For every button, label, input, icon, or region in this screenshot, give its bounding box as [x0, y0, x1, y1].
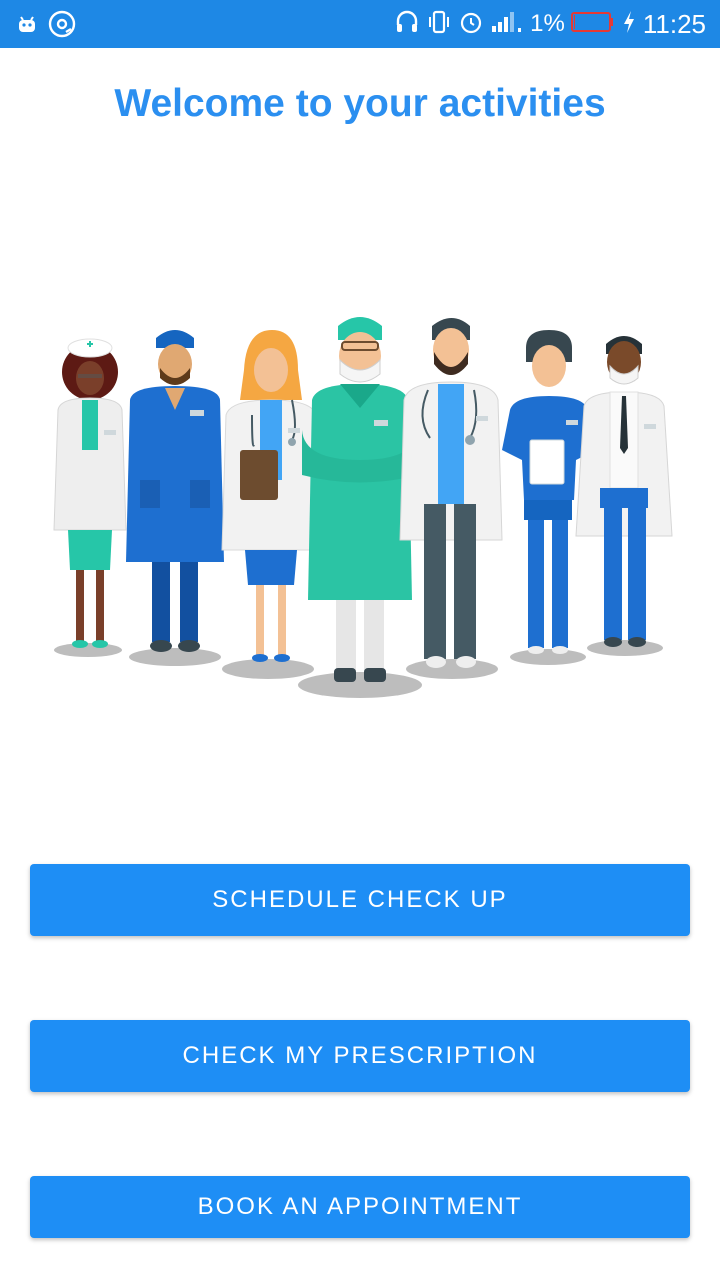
- nurse-figure: [53, 338, 127, 648]
- status-left-icons: [14, 10, 84, 43]
- alarm-icon: [458, 9, 484, 40]
- doctor-figure: [126, 330, 224, 652]
- female-doctor-figure: [221, 330, 321, 662]
- medical-staff-illustration: [40, 300, 690, 710]
- signal-icon: [490, 9, 524, 40]
- schedule-check-up-button[interactable]: SCHEDULE CHECK UP: [30, 864, 690, 936]
- vibrate-icon: [426, 9, 452, 40]
- clock: 11:25: [642, 8, 706, 39]
- doctor-tie-figure: [575, 336, 673, 647]
- bearded-doctor-figure: [399, 318, 503, 668]
- status-bar: 1% 11:25: [0, 0, 720, 48]
- headphones-icon: [394, 9, 420, 40]
- battery-icon: [570, 11, 615, 38]
- battery-percent: 1%: [530, 10, 565, 37]
- page-title: Welcome to your activities: [114, 82, 606, 125]
- surgeon-figure: [302, 317, 418, 682]
- book-appointment-button[interactable]: BOOK AN APPOINTMENT: [30, 1176, 690, 1238]
- android-icon: [14, 11, 40, 42]
- check-prescription-button[interactable]: CHECK MY PRESCRIPTION: [30, 1020, 690, 1092]
- charging-icon: [621, 9, 637, 40]
- status-right-icons: 1% 11:25: [388, 0, 706, 48]
- sync-disc-icon: [48, 10, 76, 43]
